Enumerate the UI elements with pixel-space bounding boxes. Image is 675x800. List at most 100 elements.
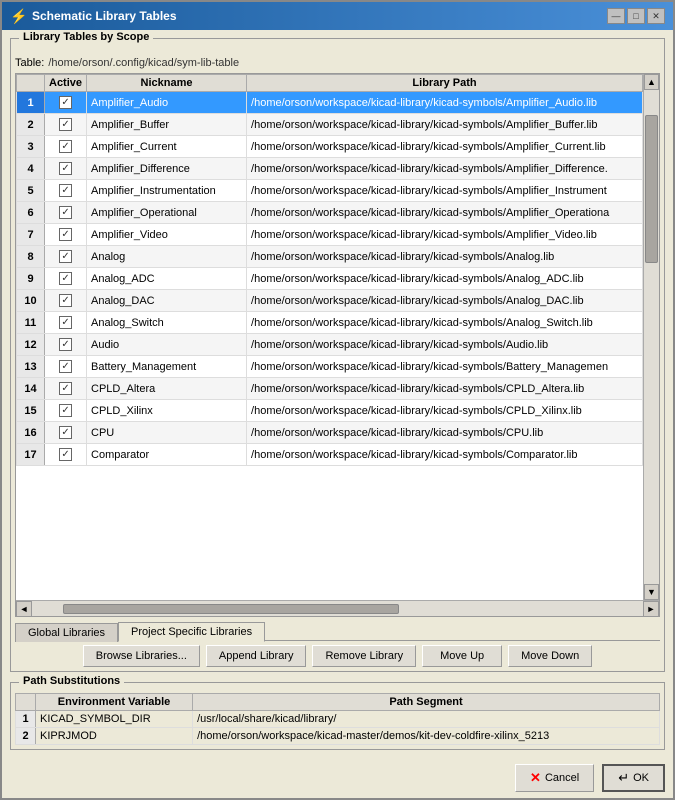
table-row[interactable]: 4 Amplifier_Difference/home/orson/workspa… bbox=[17, 158, 643, 180]
ok-button[interactable]: ↵ OK bbox=[602, 764, 665, 792]
row-path: /home/orson/workspace/kicad-library/kica… bbox=[247, 158, 643, 180]
row-active-checkbox[interactable] bbox=[45, 422, 87, 444]
row-active-checkbox[interactable] bbox=[45, 224, 87, 246]
checkbox-icon[interactable] bbox=[59, 206, 72, 219]
cancel-button[interactable]: ✕ Cancel bbox=[515, 764, 594, 792]
checkbox-icon[interactable] bbox=[59, 184, 72, 197]
row-active-checkbox[interactable] bbox=[45, 444, 87, 466]
table-row[interactable]: 8Analog/home/orson/workspace/kicad-libra… bbox=[17, 246, 643, 268]
row-active-checkbox[interactable] bbox=[45, 268, 87, 290]
table-row[interactable]: 17Comparator/home/orson/workspace/kicad-… bbox=[17, 444, 643, 466]
row-nickname: Amplifier_Operational bbox=[87, 202, 247, 224]
row-number: 5 bbox=[17, 180, 45, 202]
path-substitutions-title: Path Substitutions bbox=[19, 675, 124, 687]
row-nickname: Amplifier_Difference bbox=[87, 158, 247, 180]
row-nickname: Analog_Switch bbox=[87, 312, 247, 334]
close-button[interactable]: ✕ bbox=[647, 8, 665, 24]
checkbox-icon[interactable] bbox=[59, 250, 72, 263]
row-active-checkbox[interactable] bbox=[45, 92, 87, 114]
table-path-row: Table: /home/orson/.config/kicad/sym-lib… bbox=[15, 57, 660, 69]
title-bar-buttons: — □ ✕ bbox=[607, 8, 665, 24]
row-active-checkbox[interactable] bbox=[45, 114, 87, 136]
row-active-checkbox[interactable] bbox=[45, 312, 87, 334]
minimize-button[interactable]: — bbox=[607, 8, 625, 24]
path-row-number: 2 bbox=[16, 728, 36, 745]
browse-libraries-button[interactable]: Browse Libraries... bbox=[83, 645, 200, 667]
content-area: Library Tables by Scope Table: /home/ors… bbox=[2, 30, 673, 758]
row-active-checkbox[interactable] bbox=[45, 202, 87, 224]
row-number: 4 bbox=[17, 158, 45, 180]
row-nickname: Audio bbox=[87, 334, 247, 356]
row-active-checkbox[interactable] bbox=[45, 290, 87, 312]
checkbox-icon[interactable] bbox=[59, 228, 72, 241]
row-path: /home/orson/workspace/kicad-library/kica… bbox=[247, 180, 643, 202]
table-row[interactable]: 2Amplifier_Buffer/home/orson/workspace/k… bbox=[17, 114, 643, 136]
row-path: /home/orson/workspace/kicad-library/kica… bbox=[247, 312, 643, 334]
checkbox-icon[interactable] bbox=[59, 316, 72, 329]
tab-project-libraries[interactable]: Project Specific Libraries bbox=[118, 622, 265, 642]
path-substitutions-group: Path Substitutions Environment Variable … bbox=[10, 682, 665, 750]
row-number: 7 bbox=[17, 224, 45, 246]
scroll-down-arrow[interactable]: ▼ bbox=[644, 584, 659, 600]
row-path: /home/orson/workspace/kicad-library/kica… bbox=[247, 136, 643, 158]
table-row[interactable]: 5Amplifier_Instrumentation/home/orson/wo… bbox=[17, 180, 643, 202]
hscroll-left-arrow[interactable]: ◄ bbox=[16, 601, 32, 617]
table-scroll-inner[interactable]: Active Nickname Library Path 1Amplifier_… bbox=[16, 74, 643, 600]
hscroll-thumb[interactable] bbox=[63, 604, 399, 614]
row-active-checkbox[interactable] bbox=[45, 136, 87, 158]
scroll-thumb[interactable] bbox=[645, 115, 658, 263]
row-nickname: Amplifier_Audio bbox=[87, 92, 247, 114]
checkbox-icon[interactable] bbox=[59, 294, 72, 307]
checkbox-icon[interactable] bbox=[59, 360, 72, 373]
checkbox-icon[interactable] bbox=[59, 448, 72, 461]
row-active-checkbox[interactable] bbox=[45, 400, 87, 422]
path-row-env-var: KICAD_SYMBOL_DIR bbox=[36, 711, 193, 728]
table-row[interactable]: 10Analog_DAC/home/orson/workspace/kicad-… bbox=[17, 290, 643, 312]
hscroll-right-arrow[interactable]: ► bbox=[643, 601, 659, 617]
row-number: 14 bbox=[17, 378, 45, 400]
table-row[interactable]: 7Amplifier_Video/home/orson/workspace/ki… bbox=[17, 224, 643, 246]
table-row[interactable]: 9Analog_ADC/home/orson/workspace/kicad-l… bbox=[17, 268, 643, 290]
checkbox-icon[interactable] bbox=[59, 118, 72, 131]
vertical-scrollbar[interactable]: ▲ ▼ bbox=[643, 74, 659, 600]
checkbox-icon[interactable] bbox=[59, 382, 72, 395]
path-col-env-var: Environment Variable bbox=[36, 694, 193, 711]
row-number: 2 bbox=[17, 114, 45, 136]
table-row[interactable]: 14CPLD_Altera/home/orson/workspace/kicad… bbox=[17, 378, 643, 400]
table-row[interactable]: 16CPU/home/orson/workspace/kicad-library… bbox=[17, 422, 643, 444]
maximize-button[interactable]: □ bbox=[627, 8, 645, 24]
move-up-button[interactable]: Move Up bbox=[422, 645, 502, 667]
table-row[interactable]: 15CPLD_Xilinx/home/orson/workspace/kicad… bbox=[17, 400, 643, 422]
row-active-checkbox[interactable] bbox=[45, 356, 87, 378]
row-active-checkbox[interactable] bbox=[45, 180, 87, 202]
table-row[interactable]: 6Amplifier_Operational/home/orson/worksp… bbox=[17, 202, 643, 224]
checkbox-icon[interactable] bbox=[59, 426, 72, 439]
row-path: /home/orson/workspace/kicad-library/kica… bbox=[247, 224, 643, 246]
checkbox-icon[interactable] bbox=[59, 162, 72, 175]
table-row[interactable]: 11Analog_Switch/home/orson/workspace/kic… bbox=[17, 312, 643, 334]
scroll-up-arrow[interactable]: ▲ bbox=[644, 74, 659, 90]
app-icon: ⚡ bbox=[10, 8, 26, 24]
horizontal-scrollbar[interactable]: ◄ ► bbox=[16, 600, 659, 616]
row-active-checkbox[interactable] bbox=[45, 158, 87, 180]
row-active-checkbox[interactable] bbox=[45, 378, 87, 400]
move-down-button[interactable]: Move Down bbox=[508, 645, 592, 667]
table-row[interactable]: 3Amplifier_Current/home/orson/workspace/… bbox=[17, 136, 643, 158]
append-library-button[interactable]: Append Library bbox=[206, 645, 307, 667]
remove-library-button[interactable]: Remove Library bbox=[312, 645, 416, 667]
table-row[interactable]: 1Amplifier_Audio/home/orson/workspace/ki… bbox=[17, 92, 643, 114]
row-nickname: Amplifier_Buffer bbox=[87, 114, 247, 136]
cancel-label: Cancel bbox=[545, 772, 579, 784]
checkbox-icon[interactable] bbox=[59, 404, 72, 417]
checkbox-icon[interactable] bbox=[59, 272, 72, 285]
tab-global-libraries[interactable]: Global Libraries bbox=[15, 623, 118, 642]
row-path: /home/orson/workspace/kicad-library/kica… bbox=[247, 444, 643, 466]
checkbox-icon[interactable] bbox=[59, 140, 72, 153]
checkbox-icon[interactable] bbox=[59, 338, 72, 351]
table-row[interactable]: 12Audio/home/orson/workspace/kicad-libra… bbox=[17, 334, 643, 356]
row-active-checkbox[interactable] bbox=[45, 334, 87, 356]
checkbox-icon[interactable] bbox=[59, 96, 72, 109]
path-table-row: 2KIPRJMOD/home/orson/workspace/kicad-mas… bbox=[16, 728, 660, 745]
table-row[interactable]: 13Battery_Management/home/orson/workspac… bbox=[17, 356, 643, 378]
row-active-checkbox[interactable] bbox=[45, 246, 87, 268]
